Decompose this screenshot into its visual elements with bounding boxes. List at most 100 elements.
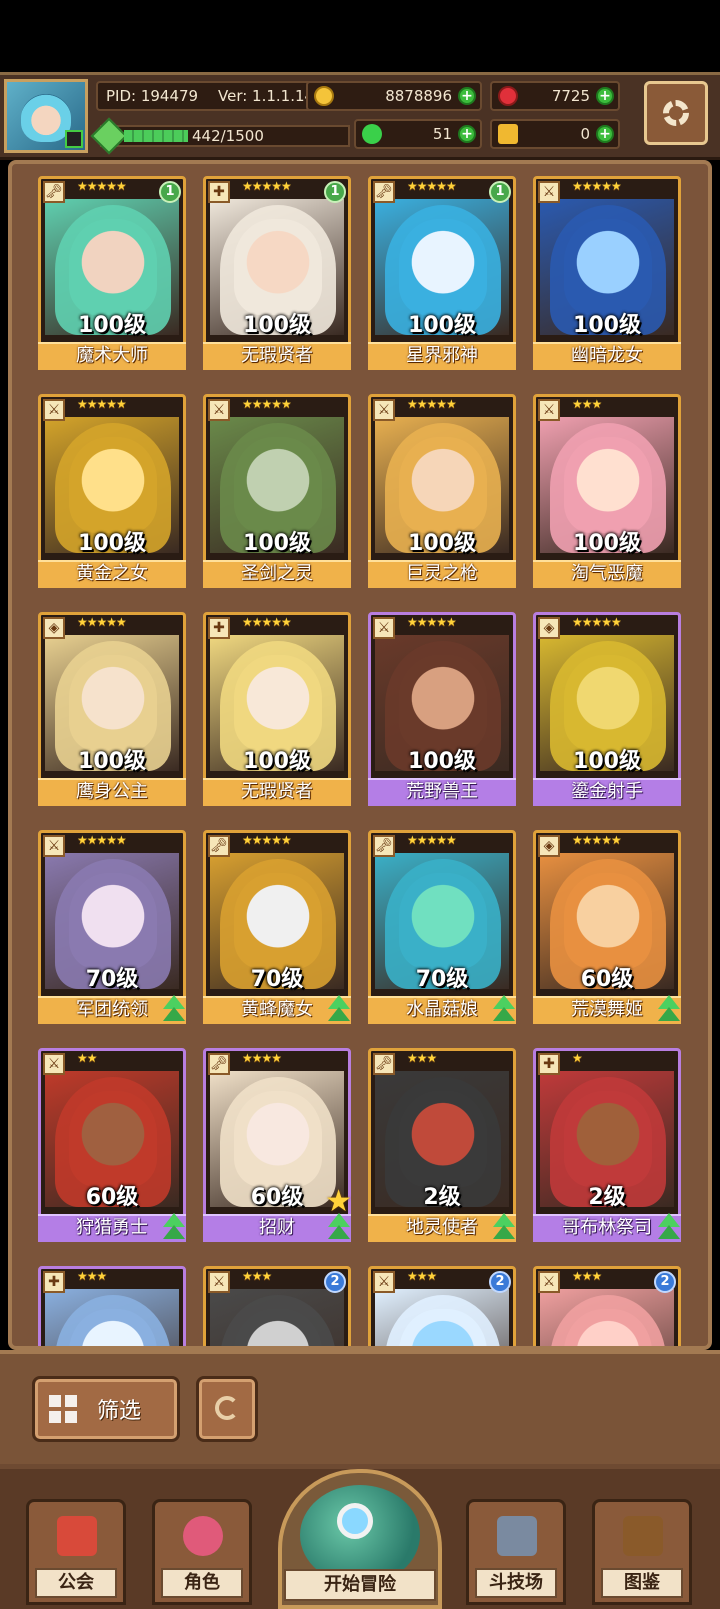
hero-art [375,1289,509,1346]
hero-art [540,1289,674,1346]
hero-card[interactable]: ⚔ ★★★★★ 100级 圣剑之灵 [203,394,351,588]
nav-character[interactable]: 角色 [152,1499,252,1605]
hero-card[interactable]: ◈ ★★★★★ 100级 鎏金射手 [533,612,681,806]
hero-portrait [234,219,322,315]
hero-card[interactable]: ✚ ★ 2级 哥布林祭司 [533,1048,681,1242]
hero-portrait [564,655,652,751]
add-clover-button[interactable]: + [458,125,476,143]
hero-card[interactable]: 🗝 ★★★★★ 1 100级 星界邪神 [368,176,516,370]
hero-card[interactable]: ⚔ ★★ 60级 狩猎勇士 [38,1048,186,1242]
hero-level: 100级 [78,531,146,556]
hero-badge: 2 [324,1271,346,1293]
level-up-arrow-icon [654,1213,684,1243]
hero-stars: ★★★ [572,397,602,411]
settings-button[interactable] [644,81,708,145]
hero-level: 100级 [78,313,146,338]
book-icon [623,1516,663,1556]
hero-stars: ★★★★★ [407,397,457,411]
hero-card[interactable]: ⚔ ★★★ 2 [368,1266,516,1346]
start-adventure-button[interactable]: 开始冒险 [278,1469,442,1609]
start-adventure-label: 开始冒险 [284,1569,436,1601]
hero-name: 无瑕贤者 [203,778,351,806]
nav-guild[interactable]: 公会 [26,1499,126,1605]
hero-class-icon: 🗝 [43,181,65,203]
hero-badge: 2 [489,1271,511,1293]
hero-card[interactable]: 🗝 ★★★★ 60级 招财 ★ [203,1048,354,1243]
hero-card[interactable]: ⚔ ★★★ 2 [203,1266,351,1346]
key-icon [498,124,518,144]
hero-level: 60级 [580,967,634,992]
hero-stars: ★★★★★ [77,615,127,629]
player-avatar[interactable] [4,79,88,153]
hero-class-icon: 🗝 [208,835,230,857]
xp-gem-icon [90,117,128,155]
hero-name: 圣剑之灵 [203,560,351,588]
level-up-arrow-icon [324,995,354,1025]
hero-level: 100级 [573,531,641,556]
hero-card[interactable]: 🗝 ★★★★★ 70级 黄蜂魔女 [203,830,351,1024]
hero-class-icon: ◈ [538,835,560,857]
nav-arena[interactable]: 斗技场 [466,1499,566,1605]
hero-level: 100级 [243,313,311,338]
level-up-arrow-icon [489,1213,519,1243]
hero-card[interactable]: ✚ ★★★★★ 1 100级 无瑕贤者 [203,176,351,370]
hero-portrait [69,873,157,969]
hero-portrait [399,655,487,751]
hero-stars: ★★ [77,1051,97,1065]
key-counter: 0 + [490,119,620,149]
hero-card[interactable]: ⚔ ★★★★★ 70级 军团统领 [38,830,186,1024]
hero-card[interactable]: 🗝 ★★★ 2级 地灵使者 [368,1048,516,1242]
filter-label: 筛选 [97,1399,142,1424]
nav-codex[interactable]: 图鉴 [592,1499,692,1605]
hero-class-icon: ⚔ [43,399,65,421]
hero-stars: ★★★★★ [77,833,127,847]
hero-card[interactable]: ⚔ ★★★ 100级 淘气恶魔 [533,394,681,588]
hero-portrait [234,655,322,751]
gold-counter: 8878896 + [306,81,482,111]
hero-card[interactable]: 🗝 ★★★★★ 70级 水晶菇娘 [368,830,516,1024]
nav-guild-label: 公会 [35,1568,117,1598]
hero-card[interactable]: ⚔ ★★★ 2 [533,1266,681,1346]
add-gold-button[interactable]: + [458,87,476,105]
hero-card[interactable]: ◈ ★★★★★ 100级 鹰身公主 [38,612,186,806]
refresh-button[interactable] [196,1376,258,1442]
pid-version-box: PID: 194479 Ver: 1.1.1.14 [96,81,326,111]
hero-level: 70级 [85,967,139,992]
hero-name: 荒野兽王 [368,778,516,806]
hero-level: 100级 [408,531,476,556]
hero-grid[interactable]: 🗝 ★★★★★ 1 100级 魔术大师 ✚ ★★★★★ 1 100级 无瑕贤者 🗝 ★★★★★ 1 100… [38,176,698,1346]
hero-card[interactable]: ✚ ★★★★★ 100级 无瑕贤者 [203,612,351,806]
nav-codex-label: 图鉴 [601,1568,683,1598]
hero-card[interactable]: ⚔ ★★★★★ 100级 巨灵之枪 [368,394,516,588]
hero-level: 100级 [408,313,476,338]
hero-card[interactable]: ◈ ★★★★★ 60级 荒漠舞姬 [533,830,681,1024]
hero-card[interactable]: ⚔ ★★★★★ 100级 幽暗龙女 [533,176,681,370]
gold-value: 8878896 [385,87,452,105]
hero-stars: ★★★ [77,1269,107,1283]
bottom-area: 筛选 公会 角色 开始冒险 斗技场 图鉴 [0,1350,720,1609]
hero-name: 星界邪神 [368,342,516,370]
hero-card[interactable]: ✚ ★★★ [38,1266,186,1346]
filter-button[interactable]: 筛选 [32,1376,180,1442]
hero-portrait [69,655,157,751]
hero-card[interactable]: ⚔ ★★★★★ 100级 黄金之女 [38,394,186,588]
nav-character-label: 角色 [161,1568,243,1598]
level-up-arrow-icon [324,1213,354,1243]
add-key-button[interactable]: + [596,125,614,143]
hero-level: 100级 [243,749,311,774]
grid-icon [49,1395,77,1423]
hero-card[interactable]: ⚔ ★★★★★ 100级 荒野兽王 [368,612,516,806]
hero-level: 60级 [85,1185,139,1210]
hero-card[interactable]: 🗝 ★★★★★ 1 100级 魔术大师 [38,176,186,370]
hero-class-icon: ⚔ [208,399,230,421]
hero-stars: ★★★★★ [242,179,292,193]
hero-class-icon: ✚ [43,1271,65,1293]
hero-stars: ★ [572,1051,583,1065]
hero-stars: ★★★★★ [242,397,292,411]
xp-text: 442/1500 [192,127,264,145]
add-gems-button[interactable]: + [596,87,614,105]
hero-class-icon: ✚ [538,1053,560,1075]
hero-portrait [399,437,487,533]
hero-class-icon: ⚔ [538,181,560,203]
gear-icon [663,100,689,126]
